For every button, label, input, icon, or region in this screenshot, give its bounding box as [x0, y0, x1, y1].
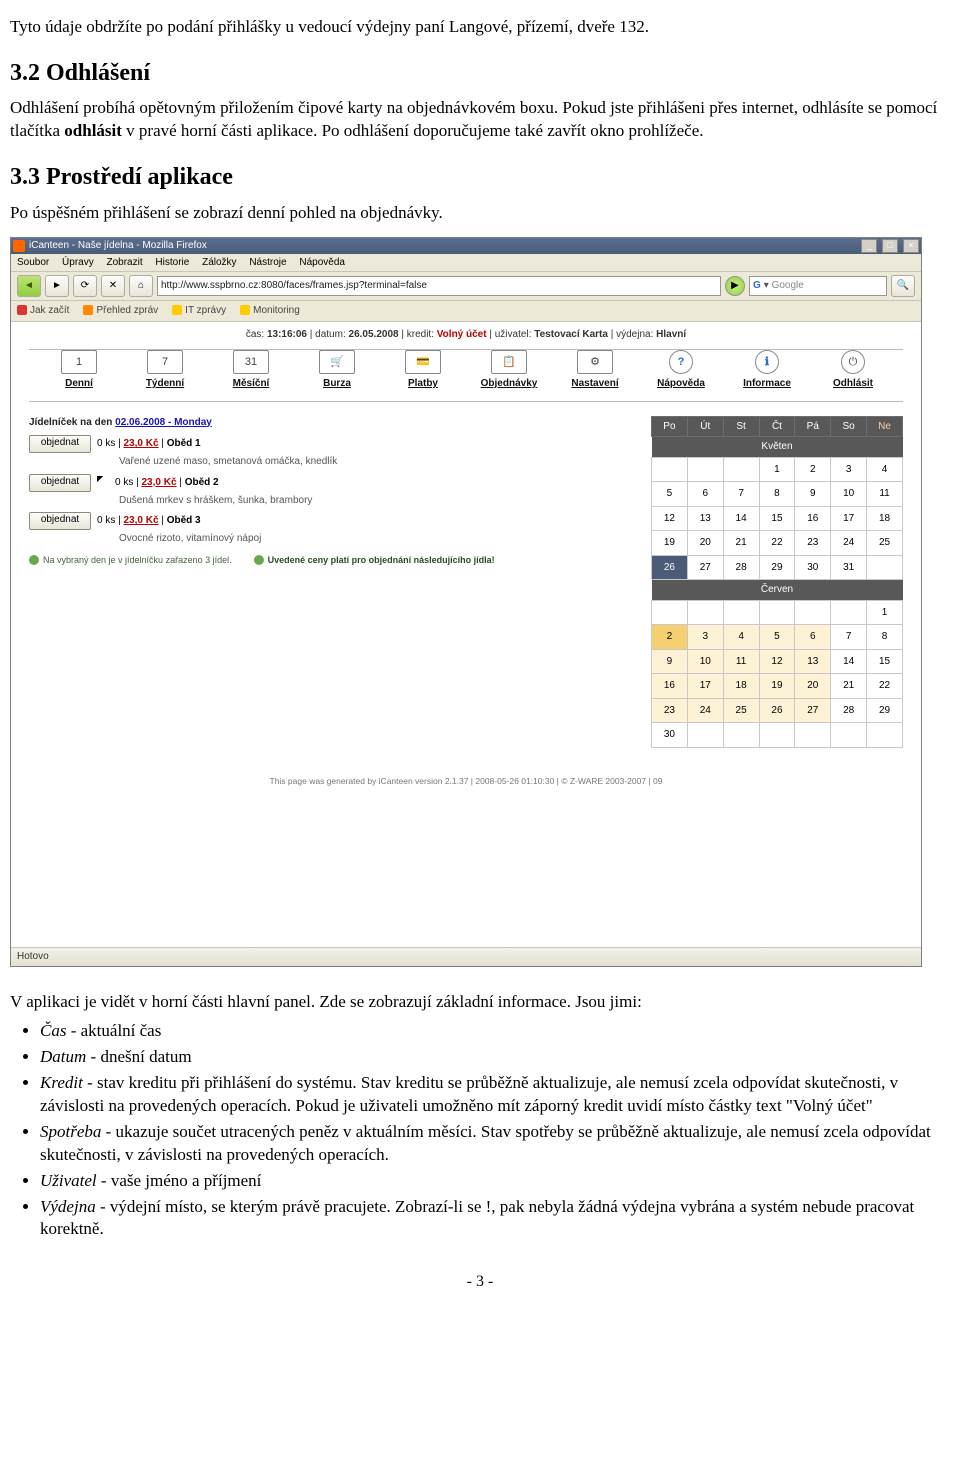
nav-burza[interactable]: 🛒Burza — [294, 350, 380, 391]
stop-button[interactable]: ✕ — [101, 275, 125, 297]
menu-napoveda[interactable]: Nápověda — [299, 257, 345, 268]
titlebar: iCanteen - Naše jídelna - Mozilla Firefo… — [11, 238, 921, 254]
bookmark-monitoring[interactable]: Monitoring — [240, 304, 300, 318]
order-button-1[interactable]: objednat — [29, 435, 91, 453]
favicon-icon — [13, 240, 25, 252]
heading-3-2: 3.2 Odhlášení — [10, 57, 950, 89]
reload-button[interactable]: ⟳ — [73, 275, 97, 297]
minimize-button[interactable]: _ — [861, 239, 877, 253]
bullet-vydejna: Výdejna - výdejní místo, se kterým právě… — [40, 1196, 950, 1242]
blank-area — [11, 797, 921, 947]
nav-odhlasit[interactable]: ⏻Odhlásit — [810, 350, 896, 391]
home-button[interactable]: ⌂ — [129, 275, 153, 297]
info-notes: Na vybraný den je v jídelníčku zařazeno … — [29, 554, 611, 566]
order-button-3[interactable]: objednat — [29, 512, 91, 530]
search-go-button[interactable]: 🔍 — [891, 275, 915, 297]
menu-nastroje[interactable]: Nástroje — [249, 257, 286, 268]
bullet-datum: Datum - dnešní datum — [40, 1046, 950, 1069]
nav-informace[interactable]: ℹInformace — [724, 350, 810, 391]
go-button[interactable]: ▶ — [725, 276, 745, 296]
calendar-panel: PoÚtSt ČtPáSo Ne Květen 1234 567891011 1… — [651, 416, 903, 748]
app-nav: 1Denní 7Týdenní 31Měsíční 🛒Burza 💳Platby… — [11, 350, 921, 401]
url-input[interactable]: http://www.sspbrno.cz:8080/faces/frames.… — [157, 276, 721, 296]
info-icon: ℹ — [755, 350, 779, 374]
generated-by-footer: This page was generated by iCanteen vers… — [11, 748, 921, 797]
meal-row-2: objednat 0 ks | 23,0 Kč | Oběd 2 — [29, 474, 611, 492]
menu-date-link[interactable]: 02.06.2008 - Monday — [115, 417, 212, 428]
calendar-31-icon: 31 — [233, 350, 269, 374]
back-button[interactable]: ◄ — [17, 275, 41, 297]
order-button-2[interactable]: objednat — [29, 474, 91, 492]
info-dot-icon — [254, 555, 264, 565]
bookmark-prehled-zprav[interactable]: Přehled zpráv — [83, 304, 158, 318]
bullet-list: Čas - aktuální čas Datum - dnešní datum … — [40, 1020, 950, 1241]
bullet-kredit: Kredit - stav kreditu při přihlášení do … — [40, 1072, 950, 1118]
meal-desc-2: Dušená mrkev s hráškem, šunka, brambory — [119, 494, 611, 508]
menu-zalozky[interactable]: Záložky — [202, 257, 236, 268]
calendar-selected[interactable]: 2 — [652, 625, 688, 650]
forward-button[interactable]: ► — [45, 275, 69, 297]
cursor-icon — [97, 476, 109, 490]
para-3-2-c: v pravé horní části aplikace. Po odhláše… — [122, 121, 704, 140]
bookmark-jak-zacit[interactable]: Jak začít — [17, 304, 69, 318]
list-icon: 📋 — [491, 350, 527, 374]
month-june-label: Červen — [652, 580, 903, 601]
window-buttons: _ □ × — [859, 239, 919, 253]
cart-icon: 🛒 — [319, 350, 355, 374]
intro-paragraph: Tyto údaje obdržíte po podání přihlášky … — [10, 16, 950, 39]
nav-nastaveni[interactable]: ⚙Nastavení — [552, 350, 638, 391]
heading-3-3: 3.3 Prostředí aplikace — [10, 161, 950, 193]
search-placeholder: Google — [772, 279, 804, 293]
card-icon: 💳 — [405, 350, 441, 374]
calendar-7-icon: 7 — [147, 350, 183, 374]
screenshot: iCanteen - Naše jídelna - Mozilla Firefo… — [10, 237, 950, 967]
meals-panel: Jídelníček na den 02.06.2008 - Monday ob… — [29, 416, 611, 566]
search-input[interactable]: G▾ Google — [749, 276, 887, 296]
app-statusline: čas: 13:16:06 | datum: 26.05.2008 | kred… — [11, 322, 921, 350]
menu-historie[interactable]: Historie — [155, 257, 189, 268]
menu-soubor[interactable]: Soubor — [17, 257, 49, 268]
page-number: - 3 - — [10, 1271, 950, 1293]
calendar-table[interactable]: PoÚtSt ČtPáSo Ne Květen 1234 567891011 1… — [651, 416, 903, 748]
menubar: Soubor Úpravy Zobrazit Historie Záložky … — [11, 254, 921, 273]
bullet-spotreba: Spotřeba - ukazuje součet utracených pen… — [40, 1121, 950, 1167]
meal-desc-3: Ovocné rizoto, vitamínový nápoj — [119, 532, 611, 546]
power-icon: ⏻ — [841, 350, 865, 374]
calendar-1-icon: 1 — [61, 350, 97, 374]
nav-platby[interactable]: 💳Platby — [380, 350, 466, 391]
calendar-today[interactable]: 26 — [652, 555, 688, 580]
bullet-uzivatel: Uživatel - vaše jméno a příjmení — [40, 1170, 950, 1193]
para-panel: V aplikaci je vidět v horní části hlavní… — [10, 991, 950, 1014]
window-title: iCanteen - Naše jídelna - Mozilla Firefo… — [29, 239, 859, 253]
bookmark-it-zpravy[interactable]: IT zprávy — [172, 304, 226, 318]
bookmarks-bar: Jak začít Přehled zpráv IT zprávy Monito… — [11, 301, 921, 322]
help-icon: ? — [669, 350, 693, 374]
nav-mesicni[interactable]: 31Měsíční — [208, 350, 294, 391]
nav-tydenni[interactable]: 7Týdenní — [122, 350, 208, 391]
browser-statusbar: Hotovo — [11, 947, 921, 966]
gear-icon: ⚙ — [577, 350, 613, 374]
nav-objednavky[interactable]: 📋Objednávky — [466, 350, 552, 391]
menu-title: Jídelníček na den 02.06.2008 - Monday — [29, 416, 611, 430]
menu-upravy[interactable]: Úpravy — [62, 257, 94, 268]
nav-denni[interactable]: 1Denní — [36, 350, 122, 391]
meal-row-3: objednat 0 ks | 23,0 Kč | Oběd 3 — [29, 512, 611, 530]
viewport: čas: 13:16:06 | datum: 26.05.2008 | kred… — [11, 322, 921, 947]
nav-napoveda[interactable]: ?Nápověda — [638, 350, 724, 391]
maximize-button[interactable]: □ — [882, 239, 898, 253]
nav-toolbar: ◄ ► ⟳ ✕ ⌂ http://www.sspbrno.cz:8080/fac… — [11, 272, 921, 301]
meal-desc-1: Vařené uzené maso, smetanová omáčka, kne… — [119, 455, 611, 469]
browser-window: iCanteen - Naše jídelna - Mozilla Firefo… — [10, 237, 922, 967]
info-dot-icon — [29, 555, 39, 565]
bullet-cas: Čas - aktuální čas — [40, 1020, 950, 1043]
para-3-2: Odhlášení probíhá opětovným přiložením č… — [10, 97, 950, 143]
month-may-label: Květen — [652, 437, 903, 458]
menu-zobrazit[interactable]: Zobrazit — [107, 257, 143, 268]
para-3-2-b: odhlásit — [64, 121, 122, 140]
para-3-3: Po úspěšném přihlášení se zobrazí denní … — [10, 202, 950, 225]
close-button[interactable]: × — [903, 239, 919, 253]
meal-row-1: objednat 0 ks | 23,0 Kč | Oběd 1 — [29, 435, 611, 453]
google-g-icon: G — [753, 279, 761, 293]
